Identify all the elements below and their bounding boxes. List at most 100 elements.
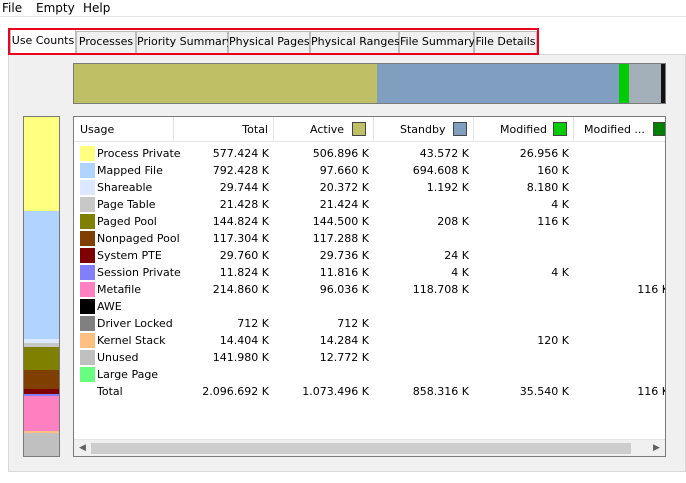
standby-color-swatch — [453, 122, 467, 136]
scroll-thumb[interactable] — [91, 443, 631, 454]
cell-total: 144.824 K — [212, 215, 269, 228]
menu-empty[interactable]: Empty — [36, 1, 75, 15]
column-header-modified-no-write[interactable]: Modified ... — [574, 117, 665, 142]
memory-bar-vertical — [23, 116, 60, 457]
cell-modified2 — [574, 264, 665, 281]
cell-active: 96.036 K — [319, 283, 369, 296]
cell-active: 12.772 K — [319, 351, 369, 364]
table-row[interactable]: Kernel Stack 14.404 K 14.284 K 120 K — [74, 332, 665, 349]
memory-bar-segment — [24, 370, 59, 390]
cell-active: 1.073.496 K — [302, 385, 369, 398]
table-row[interactable]: Total 2.096.692 K 1.073.496 K 858.316 K 35.5… — [74, 383, 665, 400]
menu-file[interactable]: File — [2, 1, 22, 15]
usage-color-swatch — [80, 180, 95, 195]
column-header-total[interactable]: Total — [174, 117, 274, 142]
memory-bar-segment — [24, 395, 59, 431]
tab-physical-ranges[interactable]: Physical Ranges — [310, 31, 400, 53]
memory-bar-segment — [377, 64, 619, 103]
scroll-right-arrow-icon[interactable]: ▶ — [648, 440, 665, 456]
tab-processes[interactable]: Processes — [76, 31, 136, 53]
cell-modified2 — [574, 179, 665, 196]
cell-active: 14.284 K — [319, 334, 369, 347]
cell-active: 29.736 K — [319, 249, 369, 262]
table-row[interactable]: Process Private 577.424 K 506.896 K 43.572 … — [74, 145, 665, 162]
scroll-left-arrow-icon[interactable]: ◀ — [74, 440, 91, 456]
cell-modified2 — [574, 366, 665, 383]
cell-total: 14.404 K — [219, 334, 269, 347]
column-header-standby[interactable]: Standby — [374, 117, 474, 142]
table-row[interactable]: Metafile 214.860 K 96.036 K 118.708 K 116 K — [74, 281, 666, 298]
active-color-swatch — [352, 122, 366, 136]
table-row[interactable]: Large Page — [74, 366, 665, 383]
table-row[interactable]: Page Table 21.428 K 21.424 K 4 K — [74, 196, 665, 213]
modified-no-write-color-swatch — [653, 122, 665, 136]
cell-modified: 160 K — [537, 164, 569, 177]
column-header-usage[interactable]: Usage — [74, 117, 174, 142]
tab-priority-summary[interactable]: Priority Summary — [136, 31, 233, 53]
cell-active: 117.288 K — [312, 232, 369, 245]
grid-header: Usage Total Active Standby Modified Modi… — [74, 117, 665, 142]
cell-standby: 208 K — [437, 215, 469, 228]
table-row[interactable]: Paged Pool 144.824 K 144.500 K 208 K 116 K — [74, 213, 665, 230]
cell-active — [274, 298, 369, 315]
memory-bar-horizontal — [73, 63, 666, 104]
cell-modified2: 116 K — [637, 283, 666, 296]
usage-color-swatch — [80, 248, 95, 263]
cell-modified: 26.956 K — [519, 147, 569, 160]
cell-total: 11.824 K — [219, 266, 269, 279]
cell-modified: 116 K — [537, 215, 569, 228]
usage-grid: Usage Total Active Standby Modified Modi… — [73, 116, 666, 457]
cell-standby: 1.192 K — [426, 181, 469, 194]
table-row[interactable]: Driver Locked 712 K 712 K — [74, 315, 665, 332]
cell-total: 21.428 K — [219, 198, 269, 211]
table-row[interactable]: Shareable 29.744 K 20.372 K 1.192 K 8.180 K — [74, 179, 665, 196]
cell-modified — [474, 366, 569, 383]
memory-bar-segment — [618, 64, 629, 103]
horizontal-scrollbar[interactable]: ◀ ▶ — [74, 439, 665, 456]
cell-modified — [474, 298, 569, 315]
memory-bar-segment — [74, 64, 378, 103]
cell-standby: 858.316 K — [412, 385, 469, 398]
tab-file-summary[interactable]: File Summary — [399, 31, 475, 53]
cell-standby — [374, 349, 469, 366]
cell-usage: Paged Pool — [97, 215, 157, 228]
cell-standby — [374, 315, 469, 332]
cell-usage: Shareable — [97, 181, 153, 194]
cell-active: 144.500 K — [312, 215, 369, 228]
column-header-active[interactable]: Active — [274, 117, 374, 142]
cell-total: 712 K — [237, 317, 269, 330]
table-row[interactable]: Unused 141.980 K 12.772 K — [74, 349, 665, 366]
cell-standby: 118.708 K — [412, 283, 469, 296]
cell-usage: Nonpaged Pool — [97, 232, 180, 245]
cell-usage: System PTE — [97, 249, 162, 262]
tab-use-counts[interactable]: Use Counts — [10, 28, 76, 54]
usage-color-swatch — [80, 333, 95, 348]
cell-modified — [474, 315, 569, 332]
table-row[interactable]: Nonpaged Pool 117.304 K 117.288 K — [74, 230, 665, 247]
cell-modified2 — [574, 298, 665, 315]
cell-standby: 43.572 K — [419, 147, 469, 160]
cell-standby — [374, 332, 469, 349]
column-header-modified[interactable]: Modified — [474, 117, 574, 142]
tab-physical-pages[interactable]: Physical Pages — [228, 31, 310, 53]
cell-active: 11.816 K — [319, 266, 369, 279]
modified-color-swatch — [553, 122, 567, 136]
cell-total: 792.428 K — [212, 164, 269, 177]
menu-help[interactable]: Help — [83, 1, 110, 15]
table-row[interactable]: AWE — [74, 298, 665, 315]
cell-modified — [474, 349, 569, 366]
table-row[interactable]: Session Private 11.824 K 11.816 K 4 K 4 K — [74, 264, 665, 281]
cell-standby — [374, 196, 469, 213]
cell-total: 2.096.692 K — [202, 385, 269, 398]
table-row[interactable]: System PTE 29.760 K 29.736 K 24 K — [74, 247, 665, 264]
cell-usage: Process Private — [97, 147, 181, 160]
table-row[interactable]: Mapped File 792.428 K 97.660 K 694.608 K 160… — [74, 162, 665, 179]
usage-color-swatch — [80, 350, 95, 365]
cell-total — [174, 366, 269, 383]
cell-usage: Driver Locked — [97, 317, 173, 330]
cell-standby: 4 K — [451, 266, 469, 279]
cell-active: 506.896 K — [312, 147, 369, 160]
tab-file-details[interactable]: File Details — [474, 31, 537, 53]
usage-color-swatch — [80, 316, 95, 331]
usage-color-swatch — [80, 163, 95, 178]
